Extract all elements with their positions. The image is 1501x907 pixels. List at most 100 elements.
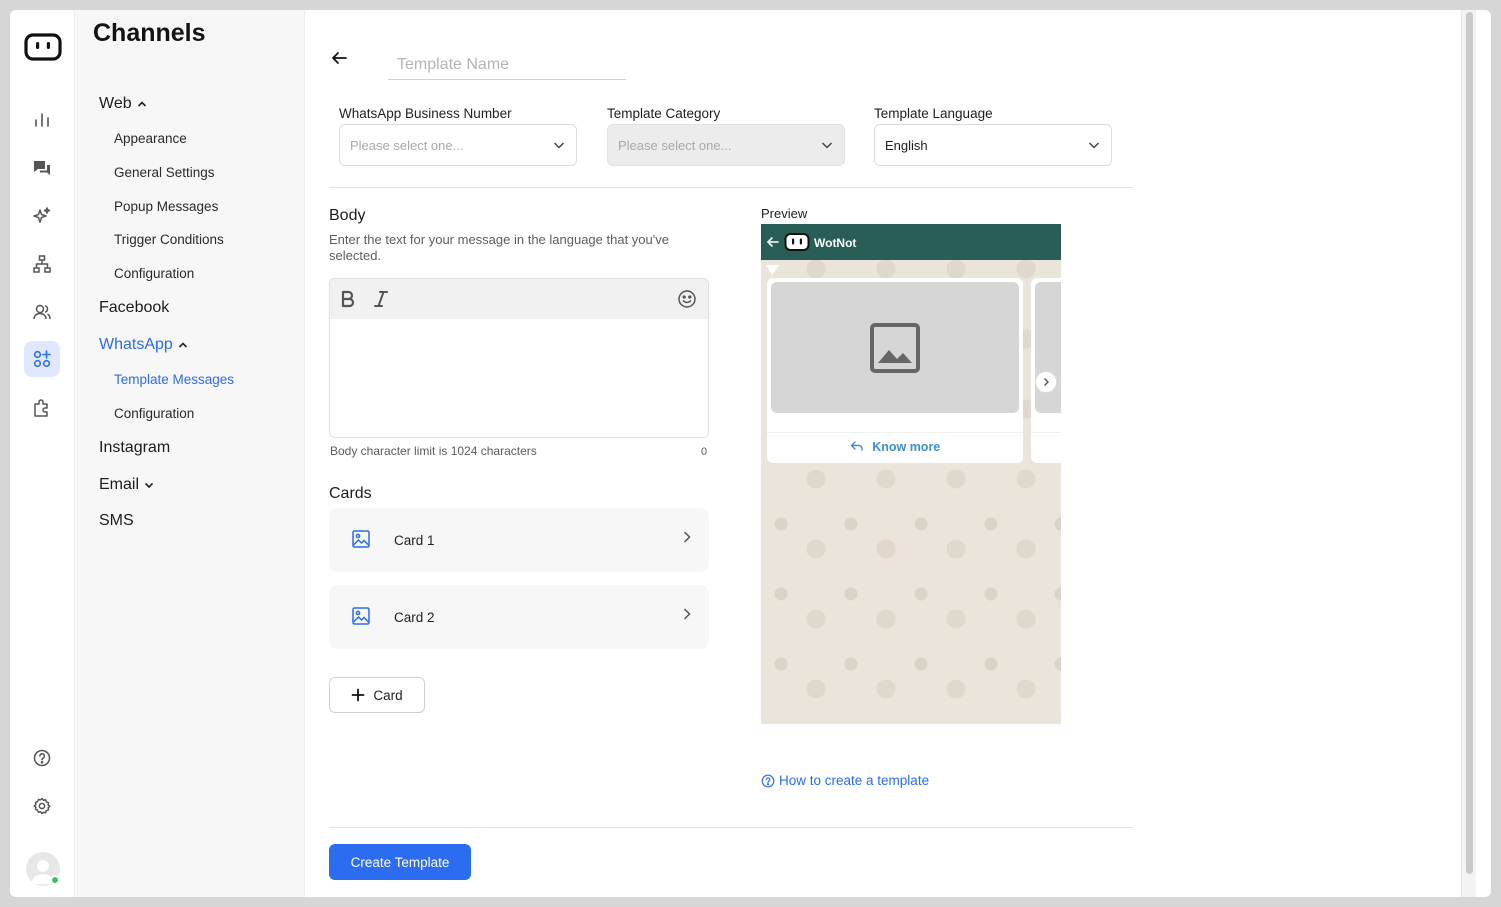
emoji-icon[interactable] [676,288,698,310]
preview-bot-name: WotNot [814,236,857,250]
image-icon [351,529,371,554]
nav-item-instagram-label: Instagram [99,439,171,456]
body-textarea[interactable] [330,319,708,437]
preview-card-image [771,282,1019,413]
divider [767,432,1023,433]
category-placeholder: Please select one... [618,137,732,153]
nav-item-web[interactable]: Web [99,95,148,113]
body-editor [329,278,709,438]
nav-item-whatsapp[interactable]: WhatsApp [99,336,189,354]
nav-sub-appearance[interactable]: Appearance [114,131,187,146]
whatsapp-preview: WotNot Know more [761,224,1061,724]
settings-icon[interactable] [24,788,60,824]
chevron-down-icon [821,142,833,149]
category-label: Template Category [607,106,721,121]
chevron-right-icon [681,607,693,626]
chevron-down-icon [553,142,565,149]
body-char-count: 0 [701,446,708,458]
divider [1031,432,1061,433]
nav-item-email-label: Email [99,476,140,493]
cards-title: Cards [329,485,372,502]
help-icon[interactable] [24,740,60,776]
nav-sub-trigger-conditions[interactable]: Trigger Conditions [114,232,224,247]
business-number-select[interactable]: Please select one... [339,124,577,166]
template-editor: WhatsApp Business Number Please select o… [305,10,1476,897]
analytics-icon[interactable] [24,102,60,138]
italic-icon[interactable] [370,288,392,310]
reply-icon [850,441,863,451]
plus-icon [351,688,365,702]
chevron-right-icon [681,530,693,549]
add-card-label: Card [373,687,403,703]
bot-logo-icon [784,233,810,251]
body-title: Body [329,207,366,224]
chevron-up-icon [178,342,187,348]
nav-sub-general-settings[interactable]: General Settings [114,165,215,180]
nav-sub-whatsapp-configuration[interactable]: Configuration [114,406,194,421]
help-icon [761,774,775,787]
chevron-right-icon [1044,378,1049,386]
nav-item-sms[interactable]: SMS [99,512,134,530]
chevron-down-icon [1088,142,1100,149]
page-title: Channels [93,19,206,47]
card-item-1-label: Card 1 [394,532,435,548]
image-icon [351,606,371,631]
card-item-1[interactable]: Card 1 [329,508,709,572]
scrollbar-thumb[interactable] [1466,12,1473,874]
nav-sub-popup-messages[interactable]: Popup Messages [114,199,218,214]
nav-item-sms-label: SMS [99,512,134,529]
card-item-2[interactable]: Card 2 [329,585,709,649]
nav-item-facebook[interactable]: Facebook [99,299,169,317]
nav-sub-web-configuration[interactable]: Configuration [114,266,194,281]
online-status-dot [50,875,60,885]
integrations-icon[interactable] [24,390,60,426]
back-arrow-icon [766,237,779,247]
chevron-up-icon [137,101,146,107]
preview-card: Know more [767,278,1023,463]
nav-item-email[interactable]: Email [99,476,155,494]
nav-item-instagram[interactable]: Instagram [99,439,170,457]
conversations-icon[interactable] [24,150,60,186]
how-to-create-template-label: How to create a template [779,773,930,788]
nav-item-web-label: Web [99,95,132,112]
channels-icon[interactable] [24,341,60,377]
editor-toolbar [330,279,708,319]
divider [329,827,1133,828]
bold-icon[interactable] [337,288,359,310]
preview-label: Preview [761,206,808,221]
preview-card-button: Know more [767,440,1023,454]
nav-item-facebook-label: Facebook [99,299,170,316]
back-arrow-icon[interactable] [328,47,350,69]
flow-builder-icon[interactable] [24,246,60,282]
category-select[interactable]: Please select one... [607,124,845,166]
preview-header: WotNot [761,224,1061,260]
business-number-placeholder: Please select one... [350,137,464,153]
nav-item-whatsapp-label: WhatsApp [99,336,173,353]
how-to-create-template-link[interactable]: How to create a template [761,773,929,788]
app-logo-icon[interactable] [24,30,62,64]
ai-sparkle-icon[interactable] [24,198,60,234]
language-value: English [885,137,928,153]
preview-card-image [1035,282,1061,413]
language-select[interactable]: English [874,124,1112,166]
business-number-label: WhatsApp Business Number [339,106,512,121]
language-label: Template Language [874,106,993,121]
app-window: Channels Web Appearance General Settings… [10,10,1491,897]
carousel-next-button[interactable] [1035,371,1057,393]
body-char-limit: Body character limit is 1024 characters [330,444,537,458]
card-item-2-label: Card 2 [394,609,435,625]
image-placeholder-icon [870,322,920,373]
preview-card-button-label: Know more [872,440,941,454]
create-template-button[interactable]: Create Template [329,844,471,880]
icon-rail [10,10,75,897]
body-help-text: Enter the text for your message in the l… [329,232,669,263]
chevron-down-icon [144,482,154,489]
message-tail-icon [766,265,780,275]
channels-nav: Channels Web Appearance General Settings… [75,10,305,897]
scrollbar[interactable] [1461,10,1476,897]
divider [329,187,1133,188]
contacts-icon[interactable] [24,294,60,330]
add-card-button[interactable]: Card [329,677,425,713]
nav-sub-template-messages[interactable]: Template Messages [114,372,234,387]
template-name-input[interactable] [388,50,626,80]
